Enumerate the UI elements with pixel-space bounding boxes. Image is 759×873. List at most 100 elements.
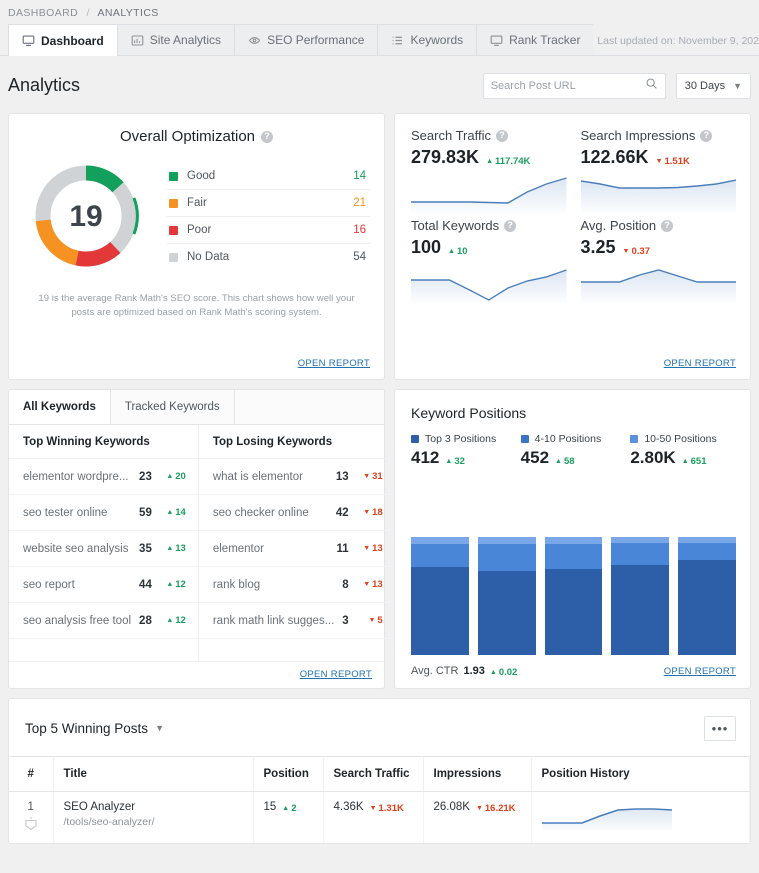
bar-column[interactable] <box>678 537 736 655</box>
more-options-button[interactable]: ••• <box>704 716 736 741</box>
breadcrumb: DASHBOARD / ANALYTICS <box>0 0 759 25</box>
bar-column[interactable] <box>611 537 669 655</box>
bar-segment-4-10 <box>545 544 603 569</box>
open-report-link-keywords[interactable]: OPEN REPORT <box>9 669 372 680</box>
avg-ctr: Avg. CTR 1.93 ▲0.02 <box>411 665 517 678</box>
last-updated-text: Last updated on: November 9, 202 <box>597 35 759 55</box>
metric-avg-position: Avg. Position ? 3.25 ▼ 0.37 <box>581 218 737 308</box>
tab-site-analytics[interactable]: Site Analytics <box>117 24 234 55</box>
arrow-up-icon: ▲ <box>166 581 173 588</box>
breadcrumb-root[interactable]: DASHBOARD <box>8 7 78 19</box>
keyword-row[interactable]: elementor wordpre... 23 ▲20 <box>9 459 198 495</box>
keyword-row[interactable]: what is elementor 13 ▼31 <box>199 459 395 495</box>
keyword-delta-value: 5 <box>377 615 382 626</box>
bar-column[interactable] <box>411 537 469 655</box>
keyword-row[interactable]: seo report 44 ▲12 <box>9 567 198 603</box>
column-header-search-traffic: Search Traffic <box>323 757 423 792</box>
search-input[interactable] <box>491 80 645 92</box>
sparkline-search-traffic <box>411 172 567 214</box>
keyword-delta: ▲20 <box>160 471 186 482</box>
keyword-name: seo checker online <box>213 507 328 519</box>
legend-10-50-value: 2.80K <box>630 448 675 468</box>
metric-avg-position-delta-value: 0.37 <box>631 246 650 257</box>
keyword-delta-value: 13 <box>372 579 383 590</box>
keyword-row[interactable]: website seo analysis 35 ▲13 <box>9 531 198 567</box>
metric-search-impressions-value-row: 122.66K ▼ 1.51K <box>581 147 737 168</box>
legend-label-good: Good <box>187 170 215 182</box>
legend-item-poor: Poor 16 <box>167 217 370 244</box>
open-report-link-positions[interactable]: OPEN REPORT <box>664 666 736 677</box>
impressions-value: 26.08K <box>434 801 470 813</box>
legend-top3-delta-value: 32 <box>454 456 465 467</box>
tab-all-keywords[interactable]: All Keywords <box>9 390 111 424</box>
help-icon[interactable]: ? <box>661 220 673 232</box>
tab-tracked-keywords[interactable]: Tracked Keywords <box>111 390 235 424</box>
legend-4-10-value-row: 452 ▲58 <box>521 448 627 468</box>
help-icon[interactable]: ? <box>496 130 508 142</box>
legend-value-good: 14 <box>353 170 366 182</box>
keyword-name: what is elementor <box>213 471 328 483</box>
arrow-down-icon: ▼ <box>368 617 375 624</box>
legend-10-50-label: 10-50 Positions <box>644 433 716 445</box>
keyword-row[interactable]: rank math link sugges... 3 ▼5 <box>199 603 395 639</box>
keyword-row[interactable]: rank blog 8 ▼13 <box>199 567 395 603</box>
bar-column[interactable] <box>478 537 536 655</box>
tab-keywords-label: Keywords <box>410 33 463 47</box>
metric-search-traffic-label-row: Search Traffic ? <box>411 128 567 143</box>
keyword-name: elementor wordpre... <box>23 471 131 483</box>
open-report-link-optimization[interactable]: OPEN REPORT <box>23 358 370 369</box>
avg-ctr-delta: ▲0.02 <box>490 667 517 678</box>
table-row[interactable]: 1 SEO Analyzer /tools/seo-analyzer/ <box>9 792 750 844</box>
keyword-delta: ▼18 <box>357 507 383 518</box>
legend-item-good: Good 14 <box>167 163 370 190</box>
top-posts-title-dropdown[interactable]: Top 5 Winning Posts ▼ <box>25 721 164 736</box>
help-icon[interactable]: ? <box>261 131 273 143</box>
search-post-url-box[interactable] <box>483 73 666 99</box>
legend-top3-delta: ▲32 <box>445 456 465 467</box>
arrow-up-icon: ▲ <box>555 458 562 465</box>
keyword-position: 13 <box>336 471 349 483</box>
top-winning-keywords-column: Top Winning Keywords elementor wordpre..… <box>9 425 199 661</box>
metric-avg-position-label-row: Avg. Position ? <box>581 218 737 233</box>
tab-dashboard[interactable]: Dashboard <box>8 24 117 56</box>
date-range-dropdown[interactable]: 30 Days ▼ <box>676 73 751 99</box>
tab-keywords[interactable]: Keywords <box>377 24 476 55</box>
tab-rank-tracker[interactable]: Rank Tracker <box>476 24 593 55</box>
legend-value-fair: 21 <box>353 197 366 209</box>
legend-top3-label-row: Top 3 Positions <box>411 433 517 445</box>
keyword-row[interactable]: seo analysis free tool 28 ▲12 <box>9 603 198 639</box>
tab-seo-performance-label: SEO Performance <box>267 33 364 47</box>
metric-total-keywords-value: 100 <box>411 237 441 258</box>
position-value: 15 <box>264 801 277 813</box>
keyword-row[interactable]: seo tester online 59 ▲14 <box>9 495 198 531</box>
row-index: 1 <box>19 801 43 813</box>
metric-search-impressions-delta-value: 1.51K <box>665 156 690 167</box>
help-icon[interactable]: ? <box>700 130 712 142</box>
keyword-delta: ▲13 <box>160 543 186 554</box>
top-winning-keywords-header: Top Winning Keywords <box>9 425 198 459</box>
traffic-value: 4.36K <box>334 801 364 813</box>
help-icon[interactable]: ? <box>504 220 516 232</box>
metric-avg-position-value-row: 3.25 ▼ 0.37 <box>581 237 737 258</box>
keyword-delta: ▲12 <box>160 579 186 590</box>
legend-top3-label: Top 3 Positions <box>425 433 496 445</box>
post-title[interactable]: SEO Analyzer <box>64 801 243 813</box>
keyword-row[interactable]: elementor 11 ▼13 <box>199 531 395 567</box>
keyword-delta-value: 13 <box>175 543 186 554</box>
keyword-name: seo tester online <box>23 507 131 519</box>
open-report-link-metrics[interactable]: OPEN REPORT <box>411 358 736 369</box>
metric-search-impressions-value: 122.66K <box>581 147 649 168</box>
metric-search-impressions-label-row: Search Impressions ? <box>581 128 737 143</box>
tab-seo-performance[interactable]: SEO Performance <box>234 24 377 55</box>
bar-segment-4-10 <box>411 544 469 567</box>
bar-column[interactable] <box>545 537 603 655</box>
keyword-delta-value: 12 <box>175 615 186 626</box>
post-badge-icon <box>19 816 43 831</box>
legend-10-50-label-row: 10-50 Positions <box>630 433 736 445</box>
legend-item-no-data: No Data 54 <box>167 244 370 270</box>
keyword-row[interactable]: seo checker online 42 ▼18 <box>199 495 395 531</box>
keyword-name: website seo analysis <box>23 543 131 555</box>
position-value-group: 15 ▲2 <box>264 801 313 814</box>
bar-segment-4-10 <box>611 543 669 565</box>
keyword-position: 59 <box>139 507 152 519</box>
